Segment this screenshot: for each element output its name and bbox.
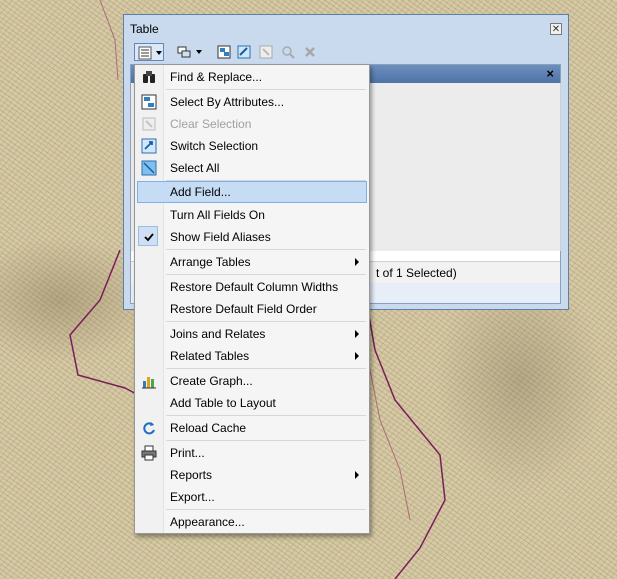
- menu-item-label: Switch Selection: [170, 139, 259, 153]
- menu-item-label: Turn All Fields On: [170, 208, 265, 222]
- check-icon: [144, 233, 154, 242]
- submenu-arrow-icon: [355, 352, 359, 360]
- menu-item-label: Clear Selection: [170, 117, 252, 131]
- zoom-to-selected-icon[interactable]: [281, 45, 295, 59]
- menu-item-joins-and-relates[interactable]: Joins and Relates: [137, 323, 367, 345]
- submenu-arrow-icon: [355, 330, 359, 338]
- binoculars-icon: [143, 71, 155, 83]
- clear-selection-icon[interactable]: [259, 45, 273, 59]
- menu-item-clear-selection[interactable]: Clear Selection: [137, 113, 367, 135]
- menu-separator: [166, 368, 366, 369]
- menu-item-restore-column-widths[interactable]: Restore Default Column Widths: [137, 276, 367, 298]
- menu-item-arrange-tables[interactable]: Arrange Tables: [137, 251, 367, 273]
- menu-item-label: Arrange Tables: [170, 255, 251, 269]
- menu-item-label: Restore Default Field Order: [170, 302, 317, 316]
- menu-item-reports[interactable]: Reports: [137, 464, 367, 486]
- menu-item-label: Select All: [170, 161, 220, 175]
- menu-item-add-table-to-layout[interactable]: Add Table to Layout: [137, 392, 367, 414]
- menu-separator: [166, 249, 366, 250]
- menu-separator: [166, 89, 366, 90]
- menu-item-label: Export...: [170, 490, 215, 504]
- table-options-menu: Find & Replace... Select By Attributes..…: [134, 64, 370, 534]
- menu-separator: [166, 274, 366, 275]
- bar-chart-icon: [142, 377, 156, 389]
- selection-count-text: t of 1 Selected): [376, 266, 457, 280]
- menu-item-label: Appearance...: [170, 515, 245, 529]
- menu-item-related-tables[interactable]: Related Tables: [137, 345, 367, 367]
- menu-item-create-graph[interactable]: Create Graph...: [137, 370, 367, 392]
- menu-item-select-by-attributes[interactable]: Select By Attributes...: [137, 91, 367, 113]
- clear-selection-icon: [142, 117, 156, 131]
- select-by-attributes-icon[interactable]: [217, 45, 231, 59]
- submenu-arrow-icon: [355, 258, 359, 266]
- menu-separator: [166, 321, 366, 322]
- menu-item-print[interactable]: Print...: [137, 442, 367, 464]
- switch-selection-icon: [141, 138, 157, 154]
- menu-item-add-field[interactable]: Add Field...: [137, 181, 367, 203]
- reload-icon: [143, 422, 155, 435]
- related-tables-icon: [177, 46, 191, 58]
- menu-item-select-all[interactable]: Select All: [137, 157, 367, 179]
- map-road-line: [99, 0, 119, 81]
- table-toolbar: [131, 40, 561, 64]
- menu-item-label: Select By Attributes...: [170, 95, 285, 109]
- menu-item-appearance[interactable]: Appearance...: [137, 511, 367, 533]
- switch-selection-icon[interactable]: [237, 45, 251, 59]
- menu-item-label: Find & Replace...: [170, 70, 263, 84]
- menu-item-restore-field-order[interactable]: Restore Default Field Order: [137, 298, 367, 320]
- menu-item-show-field-aliases[interactable]: Show Field Aliases: [137, 226, 367, 248]
- related-tables-button[interactable]: [175, 43, 205, 61]
- menu-item-find-replace[interactable]: Find & Replace...: [137, 66, 367, 88]
- menu-separator: [166, 415, 366, 416]
- tab-close-button[interactable]: ×: [546, 67, 554, 80]
- menu-item-label: Restore Default Column Widths: [170, 280, 339, 294]
- menu-separator: [166, 509, 366, 510]
- menu-item-label: Show Field Aliases: [170, 230, 271, 244]
- window-title: Table: [130, 22, 159, 36]
- chevron-down-icon: [196, 50, 202, 54]
- menu-item-label: Print...: [170, 446, 205, 460]
- select-by-attributes-icon: [141, 94, 157, 110]
- printer-icon: [141, 445, 157, 461]
- menu-item-export[interactable]: Export...: [137, 486, 367, 508]
- table-options-icon: [138, 46, 152, 60]
- map-boundary-line: [367, 309, 446, 579]
- menu-item-label: Create Graph...: [170, 374, 253, 388]
- menu-item-label: Related Tables: [170, 349, 250, 363]
- window-close-button[interactable]: ✕: [550, 23, 562, 35]
- table-options-button[interactable]: [134, 43, 164, 61]
- menu-item-label: Add Table to Layout: [170, 396, 276, 410]
- submenu-arrow-icon: [355, 471, 359, 479]
- menu-item-switch-selection[interactable]: Switch Selection: [137, 135, 367, 157]
- delete-selected-icon[interactable]: [303, 45, 317, 59]
- menu-item-label: Add Field...: [170, 185, 231, 199]
- menu-separator: [166, 440, 366, 441]
- menu-item-label: Reports: [170, 468, 213, 482]
- menu-item-turn-all-fields-on[interactable]: Turn All Fields On: [137, 204, 367, 226]
- menu-item-label: Reload Cache: [170, 421, 247, 435]
- menu-item-label: Joins and Relates: [170, 327, 266, 341]
- select-all-icon: [141, 160, 157, 176]
- chevron-down-icon: [156, 51, 162, 55]
- menu-item-reload-cache[interactable]: Reload Cache: [137, 417, 367, 439]
